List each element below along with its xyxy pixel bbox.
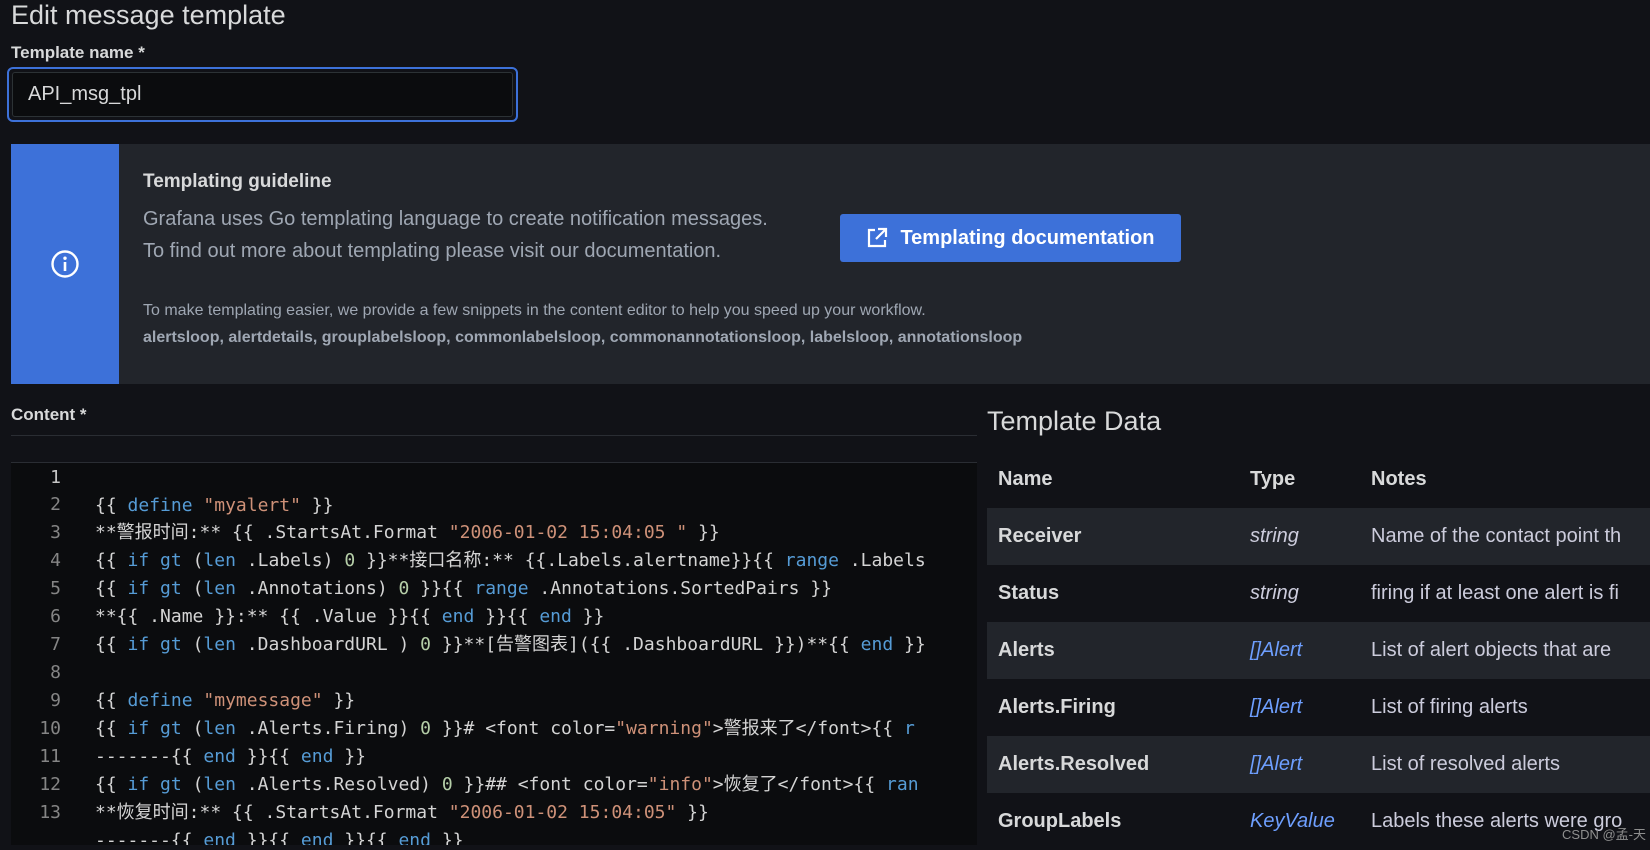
table-header-row: Name Type Notes [987,451,1650,508]
guideline-icon-bar [11,144,119,384]
code-line: 9 {{ if gt (len .Alerts.Firing) 0 }}# <f… [11,659,977,739]
code-line: 7 [11,603,977,655]
code-line: 10 -------{{ end }}{{ end }} [11,687,977,767]
code-line: 8 {{ define "mymessage" }} [11,631,977,711]
table-row: Alerts []Alert List of alert objects tha… [987,622,1650,679]
row-type-link[interactable]: KeyValue [1250,793,1335,850]
column-header-type: Type [1250,468,1296,490]
code-line: 11 {{ if gt (len .Alerts.Resolved) 0 }}#… [11,715,977,795]
row-notes: List of resolved alerts [1371,753,1560,775]
table-row: GroupLabels KeyValue Labels these alerts… [987,793,1650,850]
guideline-hint: To make templating easier, we provide a … [143,302,926,319]
row-type-link[interactable]: []Alert [1250,736,1302,793]
page-title: Edit message template [11,0,286,30]
row-type-link[interactable]: []Alert [1250,622,1302,679]
template-name-input[interactable] [12,72,513,117]
watermark: CSDN @孟-天 [1562,827,1646,842]
row-name: Alerts.Resolved [998,753,1150,775]
code-line: 2 **警报时间:** {{ .StartsAt.Format "2006-01… [11,463,977,543]
row-notes: List of firing alerts [1371,696,1528,718]
code-line: 13 -------{{ end }}{{ end }}{{ end }} [11,771,977,845]
template-name-label: Template name * [11,43,145,62]
row-name: Alerts [998,639,1055,661]
table-row: Status string firing if at least one ale… [987,565,1650,622]
row-notes: firing if at least one alert is fi [1371,582,1619,604]
column-header-notes: Notes [1371,468,1427,490]
content-label: Content * [11,405,87,424]
template-data-title: Template Data [987,406,1162,436]
column-header-name: Name [998,468,1053,490]
table-row: Receiver string Name of the contact poin… [987,508,1650,565]
line-number: 13 [39,802,61,823]
row-type: string [1250,525,1299,547]
row-name: Alerts.Firing [998,696,1116,718]
row-notes: List of alert objects that are [1371,639,1612,661]
row-name: Receiver [998,525,1082,547]
templating-documentation-button[interactable]: Templating documentation [840,214,1181,262]
code-line: 1 {{ define "myalert" }} [11,435,977,516]
row-type: string [1250,582,1299,604]
guideline-title: Templating guideline [143,171,332,192]
row-notes: Name of the contact point th [1371,525,1622,547]
guideline-text-line1: Grafana uses Go templating language to c… [143,208,768,230]
templating-documentation-label: Templating documentation [900,226,1155,249]
content-code-editor[interactable]: 1 {{ define "myalert" }} 2 **警报时间:** {{ … [11,435,977,845]
guideline-snippets: alertsloop, alertdetails, grouplabelsloo… [143,329,1023,346]
guideline-text-line2: To find out more about templating please… [143,240,722,262]
code-line: 12 **恢复时间:** {{ .StartsAt.Format "2006-0… [11,743,977,823]
external-link-icon [868,227,888,248]
row-name: Status [998,582,1060,604]
code-line: 3 {{ if gt (len .Labels) 0 }}**接口名称:** {… [11,491,977,571]
info-circle-icon [51,250,79,278]
code-line: 5 **{{ .Name }}:** {{ .Value }}{{ end }}… [11,547,977,627]
code-line: 4 {{ if gt (len .Annotations) 0 }}{{ ran… [11,519,977,599]
table-row: Alerts.Resolved []Alert List of resolved… [987,736,1650,793]
template-name-field [7,67,518,122]
code-line: 6 {{ if gt (len .DashboardURL ) 0 }}**[告… [11,575,977,655]
templating-guideline-alert: Templating guideline Grafana uses Go tem… [11,144,1650,384]
table-row: Alerts.Firing []Alert List of firing ale… [987,679,1650,736]
row-type-link[interactable]: []Alert [1250,679,1302,736]
row-name: GroupLabels [998,810,1122,832]
